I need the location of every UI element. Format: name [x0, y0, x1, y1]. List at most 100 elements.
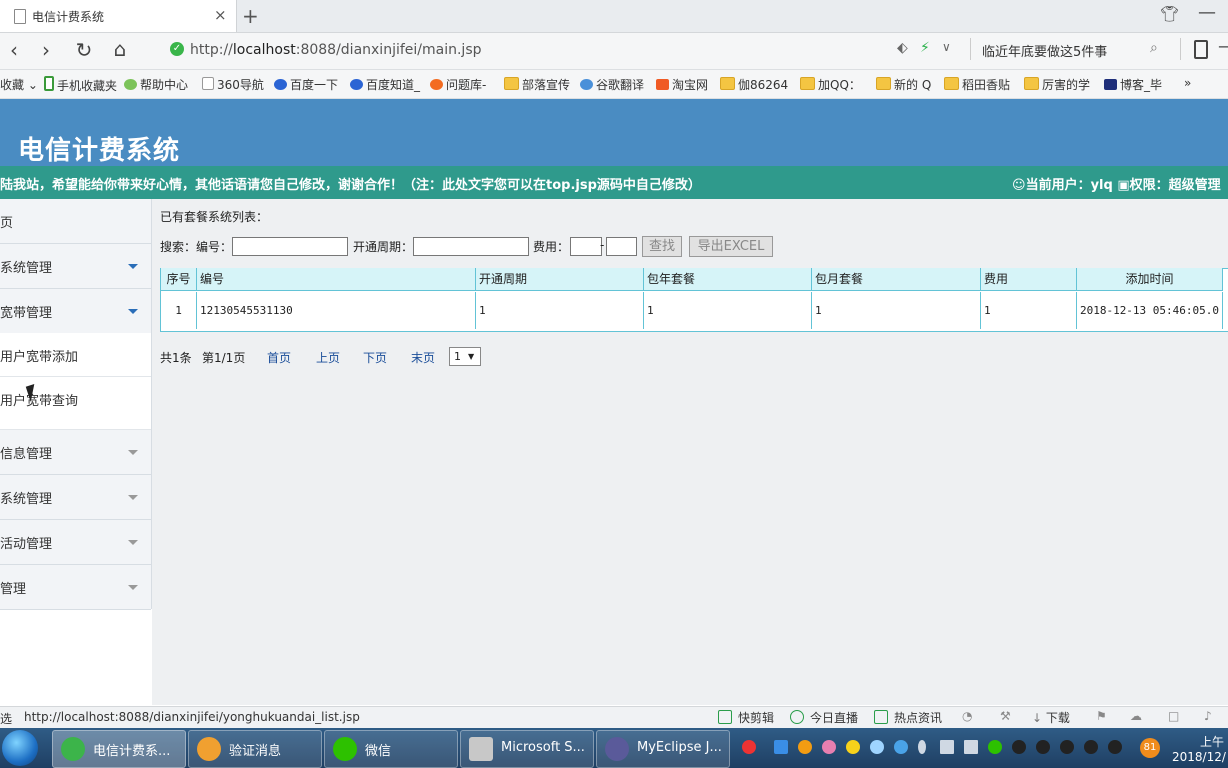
- bluetooth-icon[interactable]: [918, 740, 926, 754]
- task-myeclipse[interactable]: MyEclipse J...: [596, 730, 730, 768]
- start-button[interactable]: [2, 730, 38, 766]
- home-icon[interactable]: ⌂: [108, 37, 132, 61]
- speed-mode-icon[interactable]: ⚡︎: [920, 40, 930, 56]
- volume-icon[interactable]: ♪: [1204, 709, 1212, 723]
- export-excel-button[interactable]: 导出EXCEL: [689, 236, 773, 257]
- number-search-input[interactable]: [232, 237, 348, 256]
- folder-icon: [800, 77, 815, 90]
- pager-prev-link[interactable]: 上页: [316, 349, 340, 366]
- table-header-cell[interactable]: 费用: [981, 268, 1077, 291]
- bookmark-item[interactable]: 加QQ：: [800, 76, 861, 93]
- bookmark-item[interactable]: 收藏 ⌄: [0, 76, 38, 93]
- sidebar-subitem-broadband-query[interactable]: 用户宽带查询: [0, 377, 151, 430]
- sidebar-item-system[interactable]: 系统管理: [0, 244, 151, 289]
- cloud-icon[interactable]: [870, 740, 884, 754]
- menu-icon[interactable]: —: [1218, 36, 1228, 57]
- bookmark-label: 新的 Q: [894, 78, 932, 92]
- sidebar-item-manage[interactable]: 管理: [0, 565, 151, 610]
- bookmark-item[interactable]: 淘宝网: [656, 76, 708, 93]
- speed-icon[interactable]: ◔: [962, 709, 972, 723]
- task-verify[interactable]: 验证消息: [188, 730, 322, 768]
- quick-edit-button[interactable]: 快剪辑: [718, 709, 774, 726]
- qq-icon[interactable]: [1108, 740, 1122, 754]
- sidebar-item-activity[interactable]: 活动管理: [0, 520, 151, 565]
- bookmarks-more-icon[interactable]: »: [1184, 76, 1191, 90]
- clock-date[interactable]: 2018/12/: [1172, 750, 1226, 764]
- chevron-down-icon[interactable]: ∨: [942, 40, 951, 54]
- sidebar-item-system-2[interactable]: 系统管理: [0, 475, 151, 520]
- security-icon[interactable]: [846, 740, 860, 754]
- bookmark-item[interactable]: 伽86264: [720, 76, 788, 93]
- share-icon[interactable]: ⬖: [897, 40, 908, 56]
- bookmark-item[interactable]: 帮助中心: [124, 76, 188, 93]
- bookmark-item[interactable]: 谷歌翻译: [580, 76, 644, 93]
- fee-max-input[interactable]: [606, 237, 637, 256]
- search-button[interactable]: 查找: [642, 236, 682, 257]
- task-browser[interactable]: 电信计费系...: [52, 730, 186, 768]
- skin-icon[interactable]: 👕︎: [1160, 5, 1179, 23]
- browser-tab[interactable]: 电信计费系统 ×: [0, 0, 237, 32]
- table-header-cell[interactable]: 编号: [197, 268, 476, 291]
- sidebar-subitem-broadband-add[interactable]: 用户宽带添加: [0, 333, 151, 377]
- speaker-icon: [197, 737, 221, 761]
- period-search-input[interactable]: [413, 237, 529, 256]
- bookmark-item[interactable]: 稻田香贴: [944, 76, 1010, 93]
- sidebar-item-info[interactable]: 信息管理: [0, 430, 151, 475]
- back-icon[interactable]: ‹: [2, 38, 26, 62]
- sidebar-item-home[interactable]: 页: [0, 199, 151, 244]
- pager-first-link[interactable]: 首页: [267, 349, 291, 366]
- tray-badge[interactable]: 81: [1140, 738, 1160, 758]
- tray-app-icon[interactable]: [774, 740, 788, 754]
- bookmark-item[interactable]: 新的 Q: [876, 76, 931, 93]
- table-header-cell[interactable]: 添加时间: [1077, 268, 1223, 291]
- task-wechat[interactable]: 微信: [324, 730, 458, 768]
- close-tab-icon[interactable]: ×: [214, 6, 227, 24]
- download-button[interactable]: ↓ 下载: [1032, 709, 1070, 726]
- bookmark-item[interactable]: 百度知道_: [350, 76, 420, 93]
- search-icon[interactable]: ⌕: [1150, 40, 1158, 56]
- cloud-icon[interactable]: ☁︎: [1130, 709, 1142, 723]
- flag-icon[interactable]: ⚑: [1096, 709, 1107, 723]
- tray-app-icon[interactable]: [894, 740, 908, 754]
- hot-news-link[interactable]: 临近年底要做这5件事: [982, 41, 1107, 60]
- signal-icon[interactable]: [940, 740, 954, 754]
- forward-icon[interactable]: ›: [34, 38, 58, 62]
- bookmark-item[interactable]: 部落宣传: [504, 76, 570, 93]
- clock-time[interactable]: 上午: [1200, 733, 1224, 750]
- page-select[interactable]: 1 ▼: [449, 347, 481, 366]
- new-tab-button[interactable]: +: [242, 4, 259, 28]
- sidebar-item-broadband[interactable]: 宽带管理: [0, 289, 151, 334]
- bookmark-item[interactable]: 手机收藏夹: [44, 76, 117, 94]
- table-header-cell[interactable]: 序号: [161, 268, 197, 291]
- qq-icon[interactable]: [1012, 740, 1026, 754]
- wechat-icon: [333, 737, 357, 761]
- bookmark-item[interactable]: 百度一下: [274, 76, 338, 93]
- reload-icon[interactable]: ↻: [72, 38, 96, 62]
- table-header-cell[interactable]: 开通周期: [476, 268, 644, 291]
- wechat-icon[interactable]: [988, 740, 1002, 754]
- flower-icon[interactable]: [822, 740, 836, 754]
- fee-min-input[interactable]: [570, 237, 602, 256]
- bookmark-item[interactable]: 厉害的学: [1024, 76, 1090, 93]
- window-icon[interactable]: □: [1168, 709, 1179, 723]
- bookmark-item[interactable]: 博客_毕: [1104, 76, 1162, 93]
- tray-app-icon[interactable]: [798, 740, 812, 754]
- qq-icon[interactable]: [1060, 740, 1074, 754]
- tools-icon[interactable]: ⚒︎: [1000, 709, 1011, 723]
- minimize-icon[interactable]: —: [1198, 2, 1216, 23]
- qq-icon[interactable]: [1084, 740, 1098, 754]
- pager-last-link[interactable]: 末页: [411, 349, 435, 366]
- qq-icon[interactable]: [1036, 740, 1050, 754]
- live-button[interactable]: 今日直播: [790, 709, 858, 726]
- table-header-cell[interactable]: 包月套餐: [812, 268, 981, 291]
- sogou-icon[interactable]: [742, 740, 756, 754]
- pager-next-link[interactable]: 下页: [363, 349, 387, 366]
- bookmark-item[interactable]: 问题库-: [430, 76, 486, 93]
- hot-news-button[interactable]: 热点资讯: [874, 709, 942, 726]
- bookmark-item[interactable]: 360导航: [202, 76, 264, 93]
- table-header-cell[interactable]: 包年套餐: [644, 268, 812, 291]
- task-sqlserver[interactable]: Microsoft S...: [460, 730, 594, 768]
- volume-icon[interactable]: [964, 740, 978, 754]
- phone-icon[interactable]: [1194, 40, 1208, 59]
- address-url[interactable]: http://localhost:8088/dianxinjifei/main.…: [190, 42, 482, 58]
